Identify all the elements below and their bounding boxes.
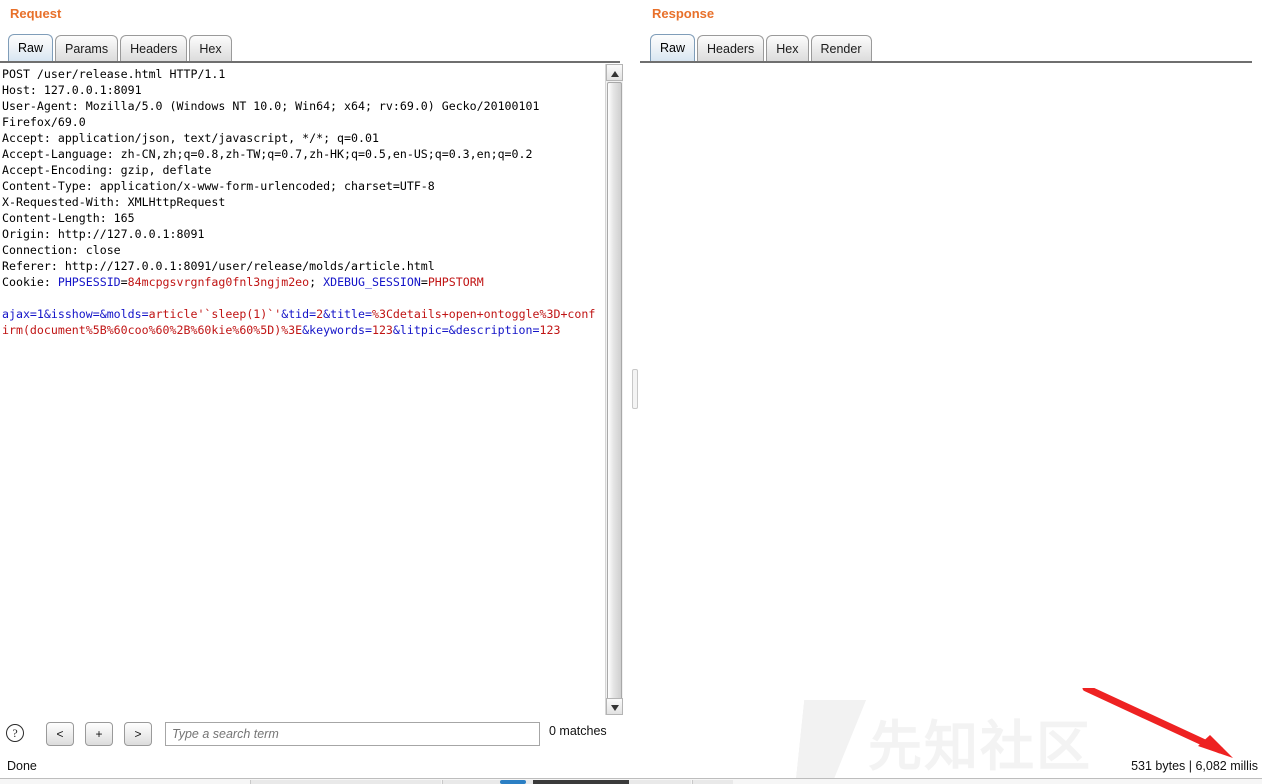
- help-icon[interactable]: ?: [6, 724, 24, 742]
- tab-request-hex[interactable]: Hex: [189, 35, 231, 61]
- request-cookie-eq-2: =: [421, 275, 428, 289]
- taskbar-app-label: [533, 780, 629, 784]
- request-cookie-name-xdebug: XDEBUG_SESSION: [323, 275, 421, 289]
- request-body-param-tid: &tid=: [281, 307, 316, 321]
- request-body-param-keywords: &keywords=: [302, 323, 372, 337]
- request-body-param-description: &litpic=&description=: [393, 323, 540, 337]
- tab-response-raw[interactable]: Raw: [650, 34, 695, 61]
- taskbar-app-icon: [500, 780, 526, 784]
- request-body-param-title: &title=: [323, 307, 372, 321]
- request-cookie-label: Cookie:: [2, 275, 58, 289]
- request-match-count: 0 matches: [549, 724, 607, 738]
- taskbar-segment-1: [250, 780, 441, 784]
- request-search-bar: ? < + > 0 matches: [0, 720, 636, 750]
- request-search-prev-button[interactable]: <: [46, 722, 74, 746]
- request-panel-title: Request: [10, 6, 61, 21]
- taskbar-sliver: [0, 778, 1262, 784]
- request-headers-text: POST /user/release.html HTTP/1.1 Host: 1…: [2, 67, 539, 273]
- request-raw-text: POST /user/release.html HTTP/1.1 Host: 1…: [0, 64, 604, 338]
- panel-splitter[interactable]: [630, 64, 638, 715]
- tab-request-params[interactable]: Params: [55, 35, 118, 61]
- request-search-input[interactable]: [165, 722, 540, 746]
- response-tab-underline: [640, 61, 1252, 63]
- request-tabbar: RawParamsHeadersHex: [8, 34, 234, 62]
- tab-response-headers[interactable]: Headers: [697, 35, 764, 61]
- request-search-next-button[interactable]: >: [124, 722, 152, 746]
- request-cookie-name-phpsessid: PHPSESSID: [58, 275, 121, 289]
- request-body-value-keywords: 123: [372, 323, 393, 337]
- request-panel: Request RawParamsHeadersHex POST /user/r…: [0, 0, 636, 752]
- request-body-payload-molds: article'`sleep(1)`': [149, 307, 282, 321]
- response-panel-title: Response: [652, 6, 714, 21]
- taskbar-segment-3: [692, 780, 733, 784]
- request-scroll-thumb[interactable]: [607, 82, 622, 702]
- request-cookie-eq-1: =: [121, 275, 128, 289]
- request-cookie-value-xdebug: PHPSTORM: [428, 275, 484, 289]
- tab-request-raw[interactable]: Raw: [8, 34, 53, 61]
- tab-request-headers[interactable]: Headers: [120, 35, 187, 61]
- response-panel: Response RawHeadersHexRender HTTP/1.1 20…: [640, 0, 1262, 752]
- request-body-gap: [2, 290, 602, 306]
- splitter-grip[interactable]: [632, 369, 638, 409]
- request-search-add-button[interactable]: +: [85, 722, 113, 746]
- request-cookie-value-phpsessid: 84mcpgsvrgnfag0fnl3ngjm2eo: [128, 275, 309, 289]
- tab-response-hex[interactable]: Hex: [766, 35, 808, 61]
- scroll-down-arrow-icon[interactable]: [606, 698, 623, 715]
- request-raw-viewer[interactable]: POST /user/release.html HTTP/1.1 Host: 1…: [0, 64, 604, 715]
- request-body-param-ajax: ajax=1&isshow=&molds=: [2, 307, 149, 321]
- status-done-label: Done: [7, 759, 37, 773]
- request-body-value-description: 123: [540, 323, 561, 337]
- request-tab-underline: [0, 61, 620, 63]
- status-bytes-millis-label: 531 bytes | 6,082 millis: [1131, 759, 1258, 773]
- request-vertical-scrollbar[interactable]: [605, 64, 623, 715]
- request-cookie-separator: ;: [309, 275, 323, 289]
- response-tabbar: RawHeadersHexRender: [650, 34, 874, 62]
- tab-response-render[interactable]: Render: [811, 35, 872, 61]
- scroll-up-arrow-icon[interactable]: [606, 64, 623, 81]
